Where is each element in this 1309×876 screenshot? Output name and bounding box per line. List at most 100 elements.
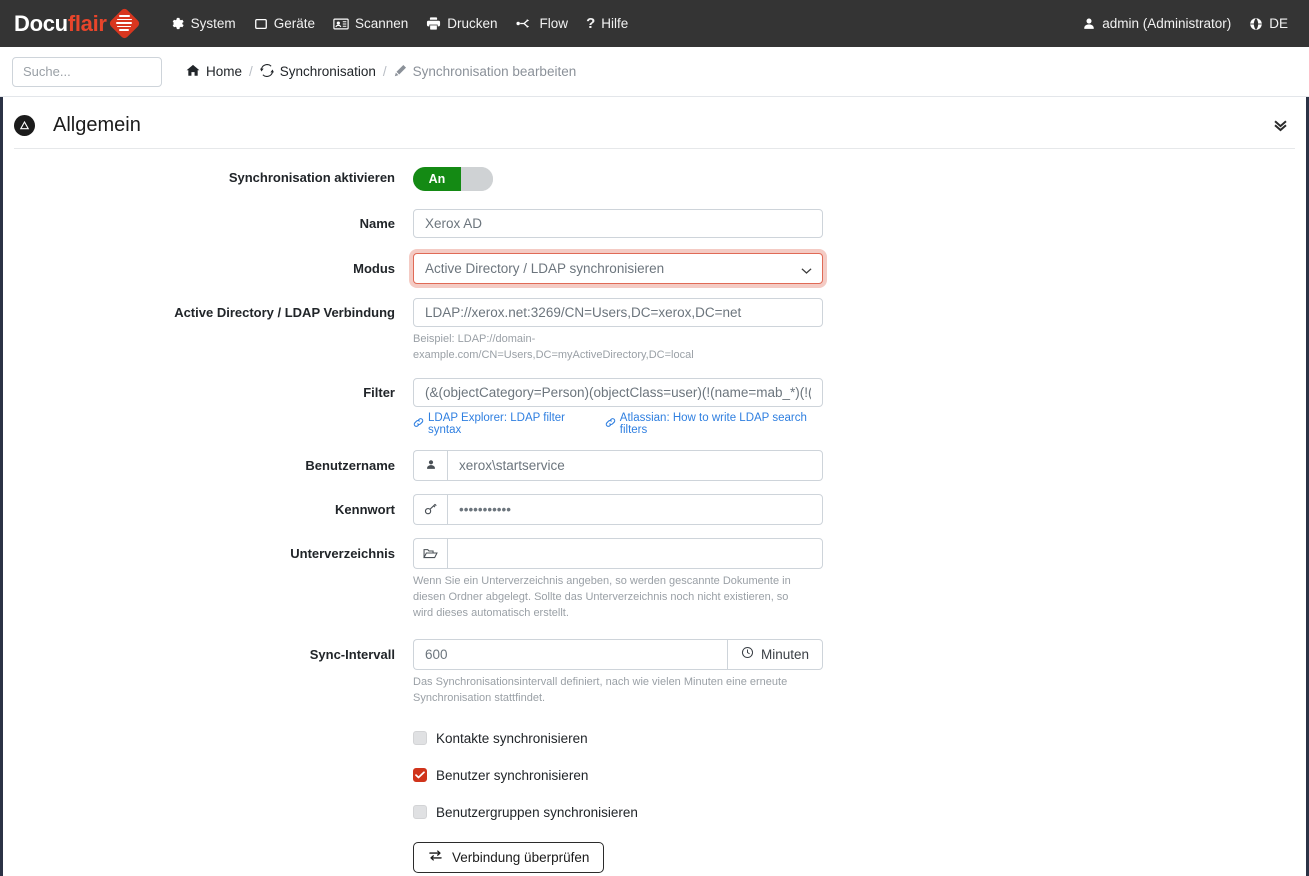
checkbox-kontakte[interactable] (413, 731, 427, 745)
sync-interval-input-group: Minuten (413, 639, 823, 670)
brand-logo-text: Docuflair (14, 13, 107, 35)
filter-input[interactable] (413, 378, 823, 407)
nav-user-menu[interactable]: admin (Administrator) (1073, 10, 1240, 37)
field-row-connection: Active Directory / LDAP Verbindung Beisp… (3, 298, 1306, 364)
nav-item-geraete[interactable]: Geräte (245, 10, 324, 37)
field-row-modus: Modus Active Directory / LDAP synchronis… (3, 253, 1306, 284)
nav-item-scannen[interactable]: Scannen (324, 10, 417, 37)
breadcrumb-item-home[interactable]: Home (186, 64, 242, 80)
refresh-icon (260, 64, 274, 80)
connection-help-text: Beispiel: LDAP://domain-example.com/CN=U… (413, 332, 805, 364)
username-input[interactable] (447, 450, 823, 481)
field-row-name: Name (3, 209, 1306, 238)
label-modus: Modus (3, 253, 413, 284)
link-atlassian-filters-label: Atlassian: How to write LDAP search filt… (620, 412, 833, 436)
question-icon: ? (586, 16, 595, 31)
checkbox-benutzer[interactable] (413, 768, 427, 782)
checkbox-benutzergruppen[interactable] (413, 805, 427, 819)
nav-item-flow-label: Flow (540, 16, 569, 31)
folder-open-icon (413, 538, 447, 569)
control-modus: Active Directory / LDAP synchronisieren (413, 253, 833, 284)
field-row-sync-interval: Sync-Intervall Minuten Das Synchronisati… (3, 639, 1306, 707)
nav-item-drucken[interactable]: Drucken (417, 10, 506, 37)
sync-interval-help-text: Das Synchronisationsintervall definiert,… (413, 675, 805, 707)
nav-item-system[interactable]: System (161, 10, 245, 37)
checkbox-benutzer-label[interactable]: Benutzer synchronisieren (436, 768, 588, 783)
label-subdirectory: Unterverzeichnis (3, 538, 413, 622)
control-password (413, 494, 833, 525)
nav-item-system-label: System (191, 16, 236, 31)
top-navbar: Docuflair System Geräte Scannen Drucken (0, 0, 1309, 47)
label-password: Kennwort (3, 494, 413, 525)
sync-enabled-toggle[interactable]: An (413, 167, 493, 191)
chevron-double-down-icon[interactable] (1272, 117, 1289, 134)
docuflair-diamond-icon (110, 9, 139, 38)
sync-interval-input[interactable] (413, 639, 727, 670)
field-row-sync-enabled: Synchronisation aktivieren An (3, 163, 1306, 191)
test-connection-button[interactable]: Verbindung überprüfen (413, 842, 604, 873)
label-sync-interval: Sync-Intervall (3, 639, 413, 707)
breadcrumb-bar: Home / Synchronisation / Synchronisation… (0, 47, 1309, 97)
nav-item-scannen-label: Scannen (355, 16, 408, 31)
exchange-icon (428, 849, 443, 865)
sync-interval-unit-addon: Minuten (727, 639, 823, 670)
user-icon (413, 450, 447, 481)
label-filter: Filter (3, 378, 413, 436)
control-connection: Beispiel: LDAP://domain-example.com/CN=U… (413, 298, 833, 364)
field-row-subdirectory: Unterverzeichnis Wenn Sie ein Unterverze… (3, 538, 1306, 622)
home-icon (186, 64, 200, 80)
page-content: Allgemein Synchronisation aktivieren An … (0, 97, 1309, 876)
control-subdirectory: Wenn Sie ein Unterverzeichnis angeben, s… (413, 538, 833, 622)
sync-enabled-toggle-knob (461, 167, 493, 191)
nav-language-menu[interactable]: DE (1240, 10, 1297, 37)
nav-item-geraete-label: Geräte (274, 16, 315, 31)
checkbox-row-benutzergruppen: Benutzergruppen synchronisieren (3, 805, 1306, 820)
field-row-password: Kennwort (3, 494, 1306, 525)
name-input[interactable] (413, 209, 823, 238)
connection-input[interactable] (413, 298, 823, 327)
test-connection-button-label: Verbindung überprüfen (452, 850, 589, 865)
scan-card-icon (333, 17, 349, 31)
breadcrumb-item-current: Synchronisation bearbeiten (394, 64, 577, 80)
field-row-filter: Filter LDAP Explorer: LDAP filter syntax (3, 378, 1306, 436)
search-input[interactable] (12, 57, 162, 87)
breadcrumb-item-synchronisation[interactable]: Synchronisation (260, 64, 376, 80)
user-icon (1082, 17, 1096, 31)
modus-select-wrapper: Active Directory / LDAP synchronisieren (413, 253, 823, 284)
control-filter: LDAP Explorer: LDAP filter syntax Atlass… (413, 378, 833, 436)
label-username: Benutzername (3, 450, 413, 481)
link-icon (413, 417, 424, 431)
brand-logo[interactable]: Docuflair (14, 9, 139, 38)
subdirectory-help-text: Wenn Sie ein Unterverzeichnis angeben, s… (413, 574, 805, 622)
nav-user-label: admin (Administrator) (1102, 16, 1231, 31)
clock-icon (741, 646, 754, 662)
nav-item-hilfe[interactable]: ? Hilfe (577, 10, 637, 37)
breadcrumb-separator-1: / (249, 64, 253, 79)
sync-enabled-toggle-state: An (413, 167, 461, 191)
modus-select[interactable]: Active Directory / LDAP synchronisieren (413, 253, 823, 284)
link-atlassian-filters[interactable]: Atlassian: How to write LDAP search filt… (605, 412, 833, 436)
sync-interval-unit-label: Minuten (761, 647, 809, 662)
subdirectory-input-group (413, 538, 823, 569)
breadcrumb-item-home-label: Home (206, 64, 242, 79)
nav-item-flow[interactable]: Flow (507, 10, 578, 37)
link-ldap-explorer[interactable]: LDAP Explorer: LDAP filter syntax (413, 412, 598, 436)
label-connection: Active Directory / LDAP Verbindung (3, 298, 413, 364)
sync-settings-form: Synchronisation aktivieren An Name Modus (3, 149, 1306, 873)
brand-logo-text-part1: Docu (14, 11, 68, 36)
subdirectory-input[interactable] (447, 538, 823, 569)
flow-icon (516, 17, 534, 30)
printer-icon (426, 16, 441, 31)
field-row-username: Benutzername (3, 450, 1306, 481)
checkbox-kontakte-label[interactable]: Kontakte synchronisieren (436, 731, 588, 746)
checkbox-benutzergruppen-label[interactable]: Benutzergruppen synchronisieren (436, 805, 638, 820)
control-name (413, 209, 833, 238)
label-name: Name (3, 209, 413, 238)
label-sync-enabled: Synchronisation aktivieren (3, 163, 413, 191)
brand-logo-text-part2: flair (68, 11, 107, 36)
key-icon (413, 494, 447, 525)
password-input[interactable] (447, 494, 823, 525)
password-input-group (413, 494, 823, 525)
nav-item-hilfe-label: Hilfe (601, 16, 628, 31)
checkbox-row-kontakte: Kontakte synchronisieren (3, 731, 1306, 746)
